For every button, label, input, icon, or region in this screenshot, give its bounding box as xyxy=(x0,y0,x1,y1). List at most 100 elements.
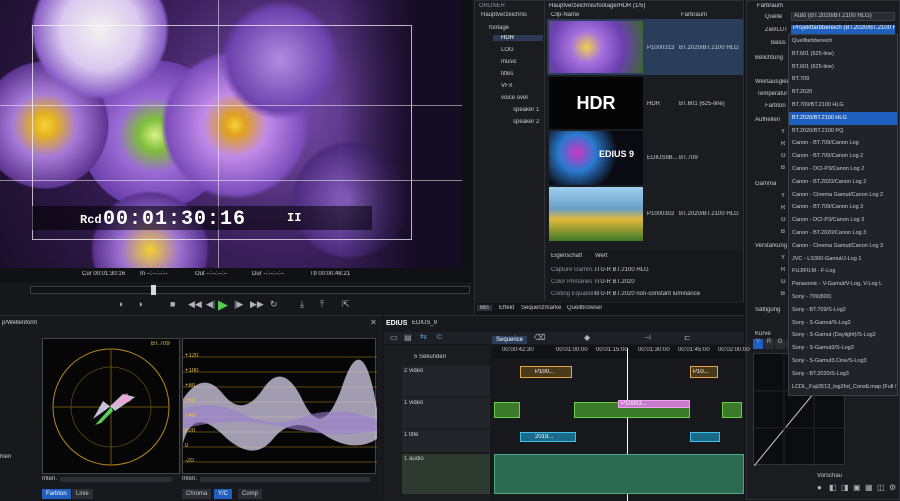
zoom-level[interactable]: 5 Sekunden xyxy=(414,354,446,360)
tree-item[interactable]: titles xyxy=(501,71,513,77)
settings-icon[interactable]: ⚙ xyxy=(889,483,896,492)
dropdown-option[interactable]: JVC - LS300-Gamut/J-Log 1 xyxy=(789,253,897,266)
dropdown-option[interactable]: BT.2020 xyxy=(789,86,897,99)
timeline-ruler[interactable]: 00:00:42:30 00:01:00:00 00:01:15:00 00:0… xyxy=(492,346,750,358)
ziel-lut-select[interactable]: Projektfarbbereich (BT.2020/BT.2100 HLG) xyxy=(791,25,895,34)
video-clip[interactable] xyxy=(494,402,520,418)
scope-mode-chroma[interactable]: Chroma xyxy=(182,489,212,499)
mirror-icon[interactable]: ◫ xyxy=(877,483,885,492)
trim-icon[interactable]: ⊣ xyxy=(644,333,651,342)
clip-row[interactable]: HDR HDR BT.601 (625-line) xyxy=(547,77,743,129)
mark-out-icon[interactable]: ◗ xyxy=(138,299,143,309)
view-icon[interactable]: ● xyxy=(817,483,822,492)
dropdown-option[interactable]: BT.601 (625-line) xyxy=(789,61,897,74)
tree-item[interactable]: speaker 2 xyxy=(513,119,539,125)
overwrite-icon[interactable]: ⤒ xyxy=(320,299,324,310)
loop-icon[interactable]: ↻ xyxy=(270,299,278,310)
dropdown-option[interactable]: Quellfarbbereich xyxy=(789,35,897,48)
play-icon[interactable]: ▶ xyxy=(218,297,228,313)
dropdown-option[interactable]: Sony - S-Gamut3/S-Log3 xyxy=(789,342,897,355)
dropdown-option[interactable]: Sony - S-Gamut (Daylight)/S-Log2 xyxy=(789,329,897,342)
tree-item-hdr[interactable]: HDR xyxy=(493,35,543,41)
tree-item[interactable]: Hauptverzeichnis xyxy=(481,12,527,18)
clip-row[interactable]: P1000302 BT.2020/BT.2100 HLG xyxy=(547,187,743,241)
dropdown-option[interactable]: Sony - S-Gamut3.Cine/S-Log3 xyxy=(789,355,897,368)
curve-tab-r[interactable]: R xyxy=(764,339,774,349)
tree-item[interactable]: speaker 1 xyxy=(513,107,539,113)
preview-monitor[interactable]: Rcd 00:01:30:16 II xyxy=(0,0,472,268)
col-farbraum[interactable]: Farbraum xyxy=(681,12,707,18)
dropdown-option[interactable]: BT.601 (525-line) xyxy=(789,48,897,61)
step-back-icon[interactable]: ◀| xyxy=(206,299,215,310)
col-clipname[interactable]: Clip-Name xyxy=(551,12,579,18)
dropdown-option[interactable]: FUJIFILM - F-Log xyxy=(789,265,897,278)
stop-icon[interactable]: ■ xyxy=(170,299,175,309)
tree-item[interactable]: music xyxy=(501,59,517,65)
scope-mode-comp[interactable]: Comp xyxy=(238,489,263,499)
track-header[interactable]: 1 video xyxy=(402,398,490,428)
sequence-label[interactable]: Sequence xyxy=(492,336,528,344)
title-clip[interactable] xyxy=(690,432,720,442)
tab-effekt[interactable]: Effekt xyxy=(499,305,514,311)
frame-icon[interactable]: ▣ xyxy=(853,483,861,492)
video-clip[interactable]: P100... xyxy=(520,366,572,378)
track-header[interactable]: 2 video xyxy=(402,366,490,396)
intensity-slider[interactable] xyxy=(200,477,370,482)
tree-item[interactable]: LOG xyxy=(501,47,514,53)
close-icon[interactable]: ✕ xyxy=(370,318,377,327)
dropdown-option[interactable]: BT.2020/BT.2100 HLG xyxy=(789,111,897,125)
dropdown-option[interactable]: BT.709 xyxy=(789,73,897,86)
tree-item[interactable]: footage xyxy=(489,25,509,31)
dropdown-option[interactable]: Canon - Cinema Gamut/Canon Log 3 xyxy=(789,240,897,253)
tree-item[interactable]: voice over xyxy=(501,95,528,101)
tree-item[interactable]: VFX xyxy=(501,83,513,89)
preview-scrubber[interactable] xyxy=(30,285,470,295)
compare-icon[interactable]: ◨ xyxy=(841,483,849,492)
video-clip[interactable] xyxy=(722,402,742,418)
mark-in-icon[interactable]: ◖ xyxy=(118,299,123,309)
video-clip[interactable]: P10003... xyxy=(618,400,690,408)
dropdown-option[interactable]: Sony - BT.709/S-Log2 xyxy=(789,304,897,317)
dropdown-option[interactable]: Canon - BT.2020/Canon Log 3 xyxy=(789,227,897,240)
grid-icon[interactable]: ▦ xyxy=(865,483,873,492)
tab-quellbrowser[interactable]: Quellbrowser xyxy=(567,305,602,311)
split-view-icon[interactable]: ◧ xyxy=(829,483,837,492)
dropdown-option[interactable]: Canon - BT.709/Canon Log 3 xyxy=(789,201,897,214)
tab-sequenzmarke[interactable]: Sequenzmarke xyxy=(521,305,561,311)
curve-tab-y[interactable]: Y xyxy=(753,339,763,349)
delete-icon[interactable]: ⌫ xyxy=(534,333,545,342)
dropdown-option[interactable]: Canon - DCI-P3/Canon Log 3 xyxy=(789,214,897,227)
curve-tab-g[interactable]: G xyxy=(775,339,785,349)
title-clip[interactable]: 2019... xyxy=(520,432,576,442)
mode-icon[interactable]: ▭ xyxy=(390,333,398,342)
prev-frame-icon[interactable]: ◀◀ xyxy=(188,299,202,310)
sequence-tab[interactable]: EDIUS_9 xyxy=(412,320,437,326)
dropdown-option[interactable]: BT.709/BT.2100 HLG xyxy=(789,99,897,112)
intensity-slider[interactable] xyxy=(60,477,172,482)
scope-mode-linie[interactable]: Linie xyxy=(72,489,93,499)
dropdown-option[interactable]: Canon - BT.709/Canon Log 2 xyxy=(789,150,897,163)
step-forward-icon[interactable]: |▶ xyxy=(234,299,243,310)
dropdown-option[interactable]: Canon - BT.709/Canon Log xyxy=(789,137,897,150)
ziel-lut-dropdown[interactable]: Quellfarbbereich BT.601 (525-line) BT.601 … xyxy=(788,34,898,396)
dropdown-option[interactable]: BT.2020/BT.2100 PQ xyxy=(789,125,897,138)
export-icon[interactable]: ⇱ xyxy=(342,299,350,310)
dropdown-option[interactable]: Canon - Cinema Gamut/Canon Log 2 xyxy=(789,189,897,202)
dropdown-option[interactable]: Sony - S-Gamut/S-Log2 xyxy=(789,317,897,330)
insert-icon[interactable]: ⤓ xyxy=(300,299,304,310)
dropdown-option[interactable]: Panasonic - V-Gamut/V-Log, V-Log L xyxy=(789,278,897,291)
dropdown-option[interactable]: LCDL_Fuji3513_log2hd_ConstLmap (Full / F… xyxy=(789,381,897,394)
dropdown-option[interactable]: Sony - BT.2020/S-Log3 xyxy=(789,368,897,381)
video-clip[interactable]: P10... xyxy=(690,366,718,378)
clip-row[interactable]: EDIUS 9 EDIUS9B... BT.709 xyxy=(547,131,743,185)
sync-icon[interactable]: ⊂ xyxy=(436,332,443,341)
scope-mode-farbton[interactable]: Farbton xyxy=(42,489,71,499)
track-header[interactable]: 1 title xyxy=(402,430,490,452)
ripple-icon[interactable]: ⇆ xyxy=(420,332,427,341)
dropdown-option[interactable]: Canon - DCI-P3/Canon Log 2 xyxy=(789,163,897,176)
snap-icon[interactable]: ⊏ xyxy=(684,333,691,342)
marker-icon[interactable]: ◆ xyxy=(584,333,590,342)
scope-mode-yc[interactable]: Y/C xyxy=(214,489,233,499)
dropdown-option[interactable]: Sony - 709(800) xyxy=(789,291,897,304)
fast-forward-icon[interactable]: ▶▶ xyxy=(250,299,264,310)
